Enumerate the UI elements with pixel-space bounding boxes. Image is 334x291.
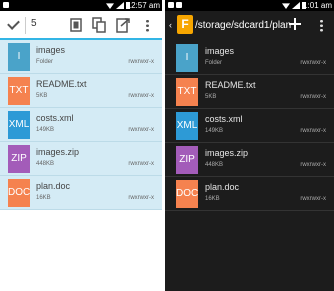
doc-file-icon: DOC (176, 180, 198, 208)
file-name: images.zip (205, 148, 249, 158)
file-row-images-zip[interactable]: ZIP images.zip 448KB rwxrwxr-x (0, 142, 162, 176)
file-name: plan.doc (36, 181, 71, 191)
file-permissions: rwxrwxr-x (128, 127, 154, 133)
file-name: README.txt (36, 79, 87, 89)
status-time: 12:57 am (126, 1, 160, 10)
check-icon[interactable] (7, 17, 20, 30)
zip-file-icon: ZIP (176, 146, 198, 174)
copy-icon[interactable] (92, 17, 106, 33)
file-row-images[interactable]: I images Folder rwxrwxr-x (165, 41, 334, 75)
notification-icon (176, 2, 182, 8)
status-time: 1:01 am (303, 1, 332, 10)
right-screen: 1:01 am ‹ F /storage/sdcard1/plan I imag… (165, 0, 334, 291)
file-detail: 149KB (205, 128, 224, 134)
signal-icon (116, 2, 124, 9)
file-name: costs.xml (205, 114, 243, 124)
xml-file-icon: XML (176, 112, 198, 140)
file-list: I images Folder rwxrwxr-x TXT README.txt… (165, 41, 334, 211)
back-icon[interactable]: ‹ (169, 21, 172, 30)
file-detail: Folder (205, 60, 223, 66)
file-detail: 448KB (205, 162, 224, 168)
file-row-costs[interactable]: XML costs.xml 149KB rwxrwxr-x (0, 108, 162, 142)
file-row-images[interactable]: I images Folder rwxrwxr-x (0, 40, 162, 74)
file-detail: 5KB (36, 93, 48, 99)
notification-icons (3, 2, 9, 9)
doc-file-icon: DOC (8, 179, 30, 207)
folder-icon: I (8, 43, 30, 71)
add-icon[interactable] (289, 17, 301, 31)
signal-icon (292, 2, 300, 9)
file-row-readme[interactable]: TXT README.txt 5KB rwxrwxr-x (0, 74, 162, 108)
xml-file-icon: XML (8, 111, 30, 139)
action-bar: ‹ F /storage/sdcard1/plan (165, 11, 334, 40)
file-permissions: rwxrwxr-x (128, 59, 154, 65)
file-detail: 16KB (205, 196, 220, 202)
file-permissions: rwxrwxr-x (128, 195, 154, 201)
file-permissions: rwxrwxr-x (300, 60, 326, 66)
file-permissions: rwxrwxr-x (300, 128, 326, 134)
file-name: README.txt (205, 80, 256, 90)
file-permissions: rwxrwxr-x (128, 93, 154, 99)
current-path: /storage/sdcard1/plan (195, 20, 292, 31)
share-icon[interactable] (116, 17, 130, 33)
file-name: costs.xml (36, 113, 74, 123)
file-detail: 149KB (36, 127, 55, 133)
selection-action-bar: 5 (0, 11, 162, 40)
file-row-costs[interactable]: XML costs.xml 149KB rwxrwxr-x (165, 109, 334, 143)
wifi-icon (106, 3, 114, 9)
notification-icon (168, 2, 174, 8)
file-detail: Folder (36, 59, 54, 65)
overflow-menu-icon[interactable] (320, 19, 323, 32)
txt-file-icon: TXT (8, 77, 30, 105)
select-all-icon[interactable] (69, 17, 83, 33)
left-screen: 12:57 am 5 I images Folder rwxrwxr-x TXT… (0, 0, 162, 291)
overflow-menu-icon[interactable] (146, 19, 149, 32)
file-detail: 16KB (36, 195, 51, 201)
file-permissions: rwxrwxr-x (300, 196, 326, 202)
file-detail: 448KB (36, 161, 55, 167)
folder-icon: I (176, 44, 198, 72)
file-name: images.zip (36, 147, 80, 157)
file-permissions: rwxrwxr-x (128, 161, 154, 167)
selected-count: 5 (31, 18, 37, 29)
txt-file-icon: TXT (176, 78, 198, 106)
file-detail: 5KB (205, 94, 217, 100)
file-name: plan.doc (205, 182, 240, 192)
file-row-readme[interactable]: TXT README.txt 5KB rwxrwxr-x (165, 75, 334, 109)
file-permissions: rwxrwxr-x (300, 162, 326, 168)
file-list: I images Folder rwxrwxr-x TXT README.txt… (0, 40, 162, 210)
status-bar: 1:01 am (165, 0, 334, 11)
notification-icon (3, 2, 9, 8)
zip-file-icon: ZIP (8, 145, 30, 173)
file-name: images (36, 45, 66, 55)
wifi-icon (282, 3, 290, 9)
app-logo[interactable]: F (177, 15, 193, 34)
file-permissions: rwxrwxr-x (300, 94, 326, 100)
file-name: images (205, 46, 235, 56)
divider (25, 17, 26, 34)
empty-area (0, 210, 162, 291)
file-row-plan[interactable]: DOC plan.doc 16KB rwxrwxr-x (165, 177, 334, 211)
file-row-images-zip[interactable]: ZIP images.zip 448KB rwxrwxr-x (165, 143, 334, 177)
notification-icons (168, 2, 182, 9)
status-bar: 12:57 am (0, 0, 162, 11)
file-row-plan[interactable]: DOC plan.doc 16KB rwxrwxr-x (0, 176, 162, 210)
